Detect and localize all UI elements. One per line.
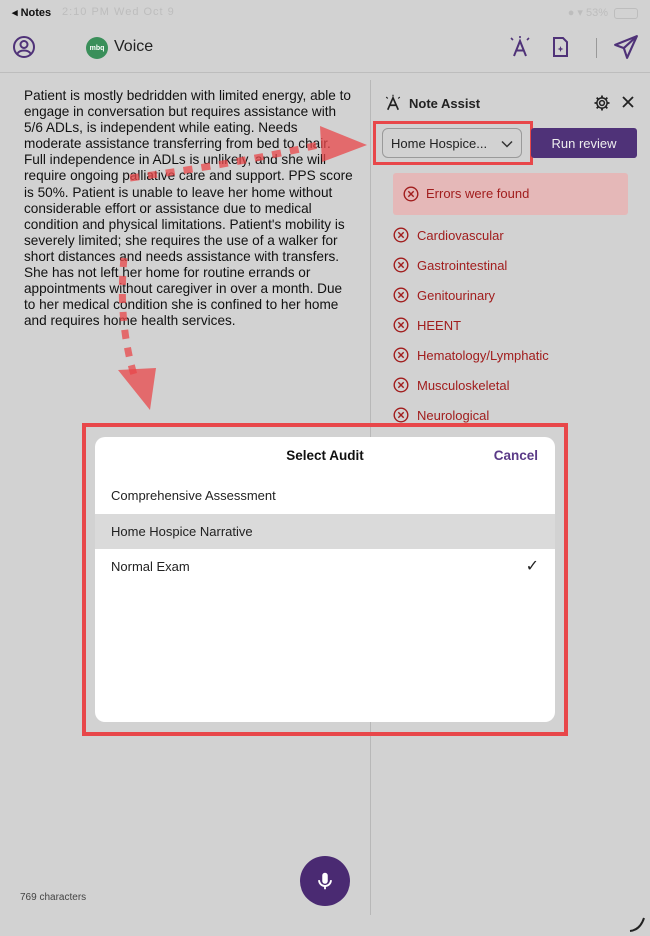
microphone-icon (318, 872, 332, 890)
audit-option-comprehensive-assessment[interactable]: Comprehensive Assessment (95, 478, 555, 513)
audit-option-home-hospice-narrative[interactable]: Home Hospice Narrative (95, 514, 555, 549)
character-count: 769 characters (20, 892, 87, 903)
close-panel-button[interactable] (619, 93, 637, 111)
send-icon (614, 35, 638, 59)
error-circle-icon (393, 317, 409, 333)
header-divider (0, 72, 650, 73)
note-assist-title: Note Assist (409, 96, 481, 111)
review-category-label: Hematology/Lymphatic (417, 347, 549, 363)
checkmark-icon: ✓ (525, 558, 539, 575)
review-category-item[interactable]: HEENT (393, 310, 633, 340)
note-text-editor[interactable]: Patient is mostly bedridden with limited… (24, 88, 354, 329)
note-assist-button[interactable] (508, 35, 532, 59)
settings-button[interactable] (592, 93, 612, 113)
review-category-item[interactable]: Gastrointestinal (393, 250, 633, 280)
status-signal: ● ▾ 53% (567, 7, 608, 19)
review-category-label: Neurological (417, 407, 490, 423)
review-category-label: Cardiovascular (417, 227, 504, 243)
error-circle-icon (393, 377, 409, 393)
review-category-item[interactable]: Musculoskeletal (393, 370, 633, 400)
user-circle-icon (13, 36, 35, 58)
error-circle-icon (393, 287, 409, 303)
review-category-item[interactable]: Genitourinary (393, 280, 633, 310)
send-button[interactable] (612, 33, 640, 61)
audit-option-normal-exam[interactable]: Normal Exam ✓ (95, 549, 555, 584)
app-logo: mbq (86, 37, 108, 59)
review-category-label: Genitourinary (417, 287, 496, 303)
error-circle-icon (403, 186, 419, 202)
modal-cancel-button[interactable]: Cancel (494, 448, 538, 463)
review-category-item[interactable]: Hematology/Lymphatic (393, 340, 633, 370)
document-button[interactable] (548, 35, 572, 59)
battery-icon (614, 8, 638, 19)
error-banner: Errors were found (393, 173, 628, 215)
sparkle-a-icon (510, 36, 530, 57)
review-category-label: Musculoskeletal (417, 377, 510, 393)
error-circle-icon (393, 407, 409, 423)
audit-option-label: Normal Exam (111, 559, 190, 574)
back-to-notes-link[interactable]: ◂ Notes (12, 6, 51, 19)
review-category-label: HEENT (417, 317, 462, 333)
dropdown-callout-box (373, 121, 533, 165)
app-name: Voice (114, 38, 154, 55)
resize-handle-icon[interactable] (626, 912, 648, 934)
document-sparkle-icon (553, 37, 568, 57)
audit-option-label: Comprehensive Assessment (111, 488, 276, 503)
close-icon (622, 96, 634, 108)
modal-title: Select Audit (286, 448, 364, 463)
microphone-button[interactable] (300, 856, 350, 906)
select-audit-modal: Select Audit Cancel Comprehensive Assess… (95, 437, 555, 722)
top-bar: mbq Voice (0, 26, 650, 72)
run-review-button[interactable]: Run review (531, 128, 637, 158)
audit-option-label: Home Hospice Narrative (111, 524, 253, 539)
error-banner-text: Errors were found (426, 186, 530, 201)
status-time: 2:10 PM Wed Oct 9 (62, 6, 175, 18)
review-category-list: Cardiovascular Gastrointestinal Genitourin… (393, 220, 633, 440)
profile-button[interactable] (12, 35, 36, 59)
gear-icon (594, 95, 610, 111)
note-assist-icon (385, 94, 401, 111)
error-circle-icon (393, 257, 409, 273)
review-category-label: Gastrointestinal (417, 257, 508, 273)
review-category-item[interactable]: Cardiovascular (393, 220, 633, 250)
status-bar: ◂ Notes 2:10 PM Wed Oct 9 ● ▾ 53% (0, 0, 650, 26)
error-circle-icon (393, 227, 409, 243)
error-circle-icon (393, 347, 409, 363)
toolbar-divider (596, 38, 597, 58)
